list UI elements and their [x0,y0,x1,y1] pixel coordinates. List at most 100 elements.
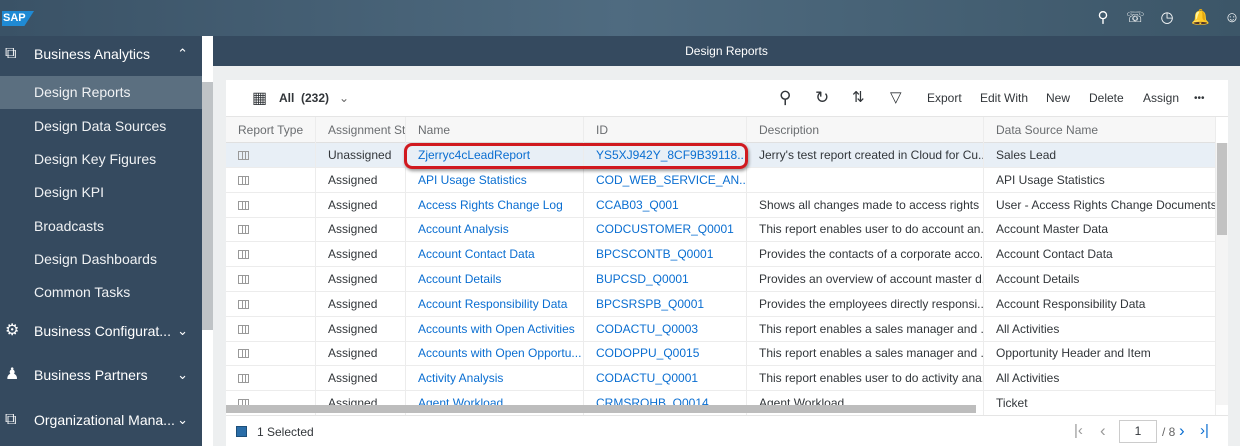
sidebar-group-business-configuration[interactable]: ⚙ Business Configurat... ⌄ [0,313,202,349]
previous-page-icon[interactable]: ‹ [1100,421,1106,441]
delete-button[interactable]: Delete [1089,91,1124,105]
sidebar-item-design-key-figures[interactable]: Design Key Figures [0,143,202,176]
data-source-cell: All Activities [984,366,1216,392]
report-id-link[interactable]: BPCSRSPB_Q0001 [584,291,747,317]
search-icon[interactable]: ⚲ [779,88,791,108]
user-icon[interactable]: ☺ [1223,9,1240,27]
report-id-link[interactable]: CODOPPU_Q0015 [584,341,747,367]
assign-button[interactable]: Assign [1143,91,1179,105]
table-row[interactable]: Assigned Activity Analysis CODACTU_Q0001 Th… [226,366,1216,392]
copy-icon: ⧉ [5,45,17,62]
chat-phone-icon[interactable]: ☏ [1126,9,1145,27]
report-type-cell [226,217,316,243]
vertical-scroll-thumb[interactable] [1217,143,1227,235]
report-id-link[interactable]: CODACTU_Q0003 [584,316,747,342]
chevron-down-icon: ⌄ [339,91,350,105]
report-type-cell [226,291,316,317]
view-selector[interactable]: All (232) ⌄ [279,91,349,105]
next-page-icon[interactable]: › [1179,421,1185,441]
report-id-link[interactable]: CCAB03_Q001 [584,192,747,218]
page-input[interactable]: 1 [1119,420,1157,443]
table-row[interactable]: Assigned API Usage Statistics COD_WEB_SERV… [226,167,1216,193]
assignment-status-cell: Assigned [316,366,406,392]
more-icon[interactable]: ••• [1194,93,1205,104]
report-name-link[interactable]: Access Rights Change Log [406,192,584,218]
last-page-icon[interactable]: ›| [1200,422,1209,439]
first-page-icon[interactable]: |‹ [1074,422,1083,439]
sidebar-scrollbar[interactable] [202,36,213,446]
report-id-link[interactable]: BUPCSD_Q0001 [584,267,747,292]
col-description[interactable]: Description [747,117,984,143]
assignment-status-cell: Assigned [316,291,406,317]
assignment-status-cell: Assigned [316,341,406,367]
report-name-link[interactable]: Account Details [406,267,584,292]
sidebar-item-common-tasks[interactable]: Common Tasks [0,276,202,309]
description-cell: This report enables user to do account a… [747,217,984,243]
report-name-link[interactable]: Accounts with Open Activities [406,316,584,342]
page-title: Design Reports [213,36,1240,66]
sidebar-item-design-reports[interactable]: Design Reports [0,76,202,109]
vertical-scrollbar[interactable] [1216,143,1228,405]
table-row[interactable]: Assigned Account Contact Data BPCSCONTB_Q0… [226,242,1216,268]
report-name-link[interactable]: Account Contact Data [406,242,584,268]
clock-icon[interactable]: ◷ [1158,9,1176,27]
table-row[interactable]: Assigned Account Details BUPCSD_Q0001 Provi… [226,267,1216,292]
description-cell: Provides the employees directly responsi… [747,291,984,317]
col-report-type[interactable]: Report Type [226,117,316,143]
report-name-link[interactable]: API Usage Statistics [406,167,584,193]
assignment-status-cell: Unassigned [316,143,406,168]
description-cell: Jerry's test report created in Cloud for… [747,143,984,168]
edit-with-button[interactable]: Edit With [980,91,1028,105]
sidebar-item-design-data-sources[interactable]: Design Data Sources [0,110,202,143]
table-row[interactable]: Assigned Accounts with Open Opportu... COD… [226,341,1216,367]
report-name-link[interactable]: Activity Analysis [406,366,584,392]
report-name-link[interactable]: Accounts with Open Opportu... [406,341,584,367]
horizontal-scrollbar[interactable] [226,405,976,413]
sidebar-scroll-thumb[interactable] [202,82,213,330]
table-row[interactable]: Assigned Accounts with Open Activities COD… [226,316,1216,342]
report-name-link[interactable]: Account Analysis [406,217,584,243]
description-cell: Provides the contacts of a corporate acc… [747,242,984,268]
export-button[interactable]: Export [927,91,962,105]
sidebar-item-design-kpi[interactable]: Design KPI [0,176,202,209]
col-assignment-status[interactable]: Assignment Stat [316,117,406,143]
data-source-cell: Account Contact Data [984,242,1216,268]
report-type-cell [226,366,316,392]
chart-report-icon [238,250,249,260]
table-row[interactable]: Assigned Access Rights Change Log CCAB03_Q… [226,192,1216,218]
description-cell [747,167,984,193]
sidebar-group-business-partners[interactable]: ♟ Business Partners ⌄ [0,357,202,393]
col-id[interactable]: ID [584,117,747,143]
report-type-cell [226,316,316,342]
new-button[interactable]: New [1046,91,1070,105]
bell-icon[interactable]: 🔔 [1191,9,1210,27]
data-source-cell: Opportunity Header and Item [984,341,1216,367]
assignment-status-cell: Assigned [316,316,406,342]
refresh-icon[interactable]: ↻ [815,88,829,108]
assignment-status-cell: Assigned [316,192,406,218]
chart-report-icon [238,349,249,359]
sidebar-group-organizational-management[interactable]: ⧉ Organizational Mana... ⌄ [0,402,202,438]
report-id-link[interactable]: COD_WEB_SERVICE_AN... [584,167,747,193]
table-footer: 1 Selected |‹ ‹ 1 / 8 › ›| [226,415,1228,446]
table-row[interactable]: Assigned Account Analysis CODCUSTOMER_Q000… [226,217,1216,243]
assignment-status-cell: Assigned [316,217,406,243]
filter-icon[interactable]: ▽ [890,88,902,106]
report-id-link[interactable]: CODCUSTOMER_Q0001 [584,217,747,243]
sidebar-item-design-dashboards[interactable]: Design Dashboards [0,243,202,276]
sidebar-item-broadcasts[interactable]: Broadcasts [0,210,202,243]
report-name-link[interactable]: Account Responsibility Data [406,291,584,317]
report-id-link[interactable]: CODACTU_Q0001 [584,366,747,392]
chart-report-icon [238,175,249,185]
report-id-link[interactable]: BPCSCONTB_Q0001 [584,242,747,268]
org-icon: ⧉ [5,411,17,428]
table-view-icon[interactable]: ▦ [252,88,267,108]
sort-icon[interactable]: ⇅ [852,88,865,106]
sidebar-group-business-analytics[interactable]: ⧉ Business Analytics ⌃ [0,36,202,72]
col-data-source-name[interactable]: Data Source Name [984,117,1216,143]
chevron-down-icon: ⌄ [177,323,188,338]
selection-checkbox[interactable] [236,426,247,437]
table-row[interactable]: Assigned Account Responsibility Data BPCSR… [226,291,1216,317]
col-name[interactable]: Name [406,117,584,143]
search-icon[interactable]: ⚲ [1094,9,1112,27]
